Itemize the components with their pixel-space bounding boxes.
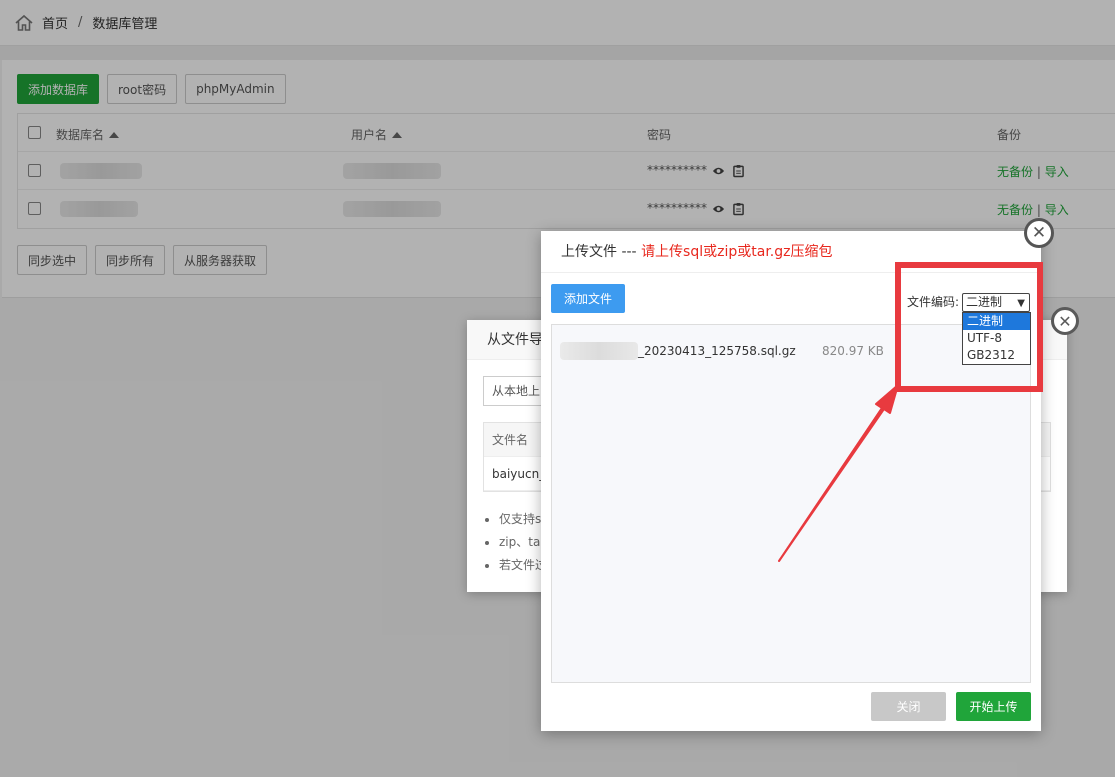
add-file-button[interactable]: 添加文件 (551, 284, 626, 313)
file-item: _20230413_125758.sql.gz (560, 342, 796, 360)
close-button[interactable]: 关闭 (871, 692, 946, 721)
redacted-file-prefix (560, 342, 638, 360)
close-icon[interactable]: ✕ (1051, 307, 1079, 335)
note-item: 若文件过 (499, 554, 547, 577)
start-upload-button[interactable]: 开始上传 (956, 692, 1031, 721)
close-icon[interactable]: ✕ (1024, 218, 1054, 248)
upload-title-prefix: 上传文件 --- (561, 244, 642, 260)
file-name: _20230413_125758.sql.gz (638, 344, 796, 358)
highlight-box (895, 262, 1043, 392)
note-item: 仅支持s (499, 508, 547, 531)
file-size: 820.97 KB (822, 344, 884, 358)
note-item: zip、tar (499, 531, 547, 554)
import-notes: 仅支持s zip、tar 若文件过 (499, 508, 547, 577)
upload-title-hint: 请上传sql或zip或tar.gz压缩包 (641, 244, 833, 260)
